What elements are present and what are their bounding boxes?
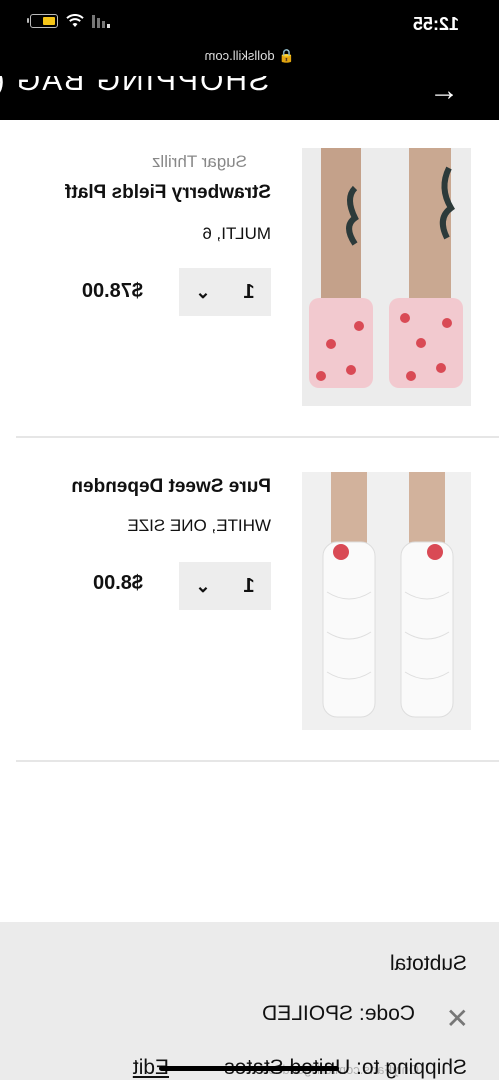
status-bar: 12:55 🔒 dollskill.com [0,0,499,76]
page-header: ← SHOPPING BAG (2 [0,76,499,120]
page-title: SHOPPING BAG (2 [0,76,269,97]
shoes-illustration [302,148,471,406]
socks-illustration [302,472,471,730]
product-image-strawberry-platform-shoes[interactable] [302,148,471,406]
url-bar[interactable]: 🔒 dollskill.com [0,48,499,64]
order-summary: Subtotal ✕ Code: SPOILED Shipping to: Un… [0,922,499,1080]
product-image-white-lace-socks[interactable] [302,472,471,730]
quantity-stepper[interactable]: 1 ⌄ [179,268,271,316]
item-brand: Sugar Thrillz [151,152,247,171]
quantity-value: 1 [243,574,255,597]
item-variant: WHITE, ONE SIZE [127,516,271,535]
home-indicator[interactable] [159,1066,339,1071]
status-icons [30,14,110,28]
cart-item: 1 ⌄ $8.00 Pure Sweet Dependen WHITE, ONE… [0,472,499,762]
chevron-down-icon: ⌄ [195,281,211,302]
battery-level [43,17,55,25]
subtotal-label: Subtotal [389,952,467,975]
item-variant: MULTI, 6 [202,224,271,243]
lock-icon: 🔒 [278,48,295,63]
divider [16,436,499,438]
item-name[interactable]: Strawberry Fields Platf [65,182,271,204]
battery-icon [30,14,58,28]
url-text: dollskill.com [204,48,275,63]
status-time: 12:55 [412,14,459,34]
wifi-icon [66,14,84,27]
item-price: $78.00 [81,280,143,302]
divider [16,760,499,762]
item-name[interactable]: Pure Sweet Dependen [71,476,271,498]
promo-code-label: Code: SPOILED [262,1002,415,1025]
item-price: $8.00 [92,572,143,594]
quantity-stepper[interactable]: 1 ⌄ [179,562,271,610]
chevron-down-icon: ⌄ [195,575,211,596]
cellular-signal-icon [92,14,110,28]
back-arrow-icon[interactable]: ← [429,76,459,108]
close-icon[interactable]: ✕ [446,1002,469,1035]
cart-item: 1 ⌄ $78.00 Sugar Thrillz Strawberry Fiel… [0,148,499,438]
quantity-value: 1 [243,280,255,303]
